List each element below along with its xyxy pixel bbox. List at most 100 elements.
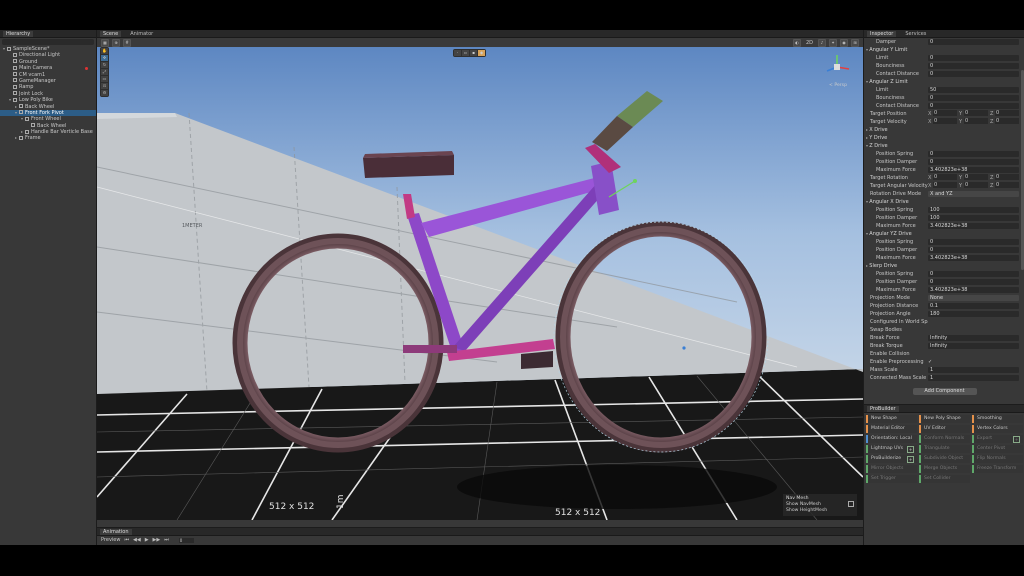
property-value-field[interactable]: 3.402823e+38 bbox=[928, 287, 1019, 293]
tab-hierarchy[interactable]: Hierarchy bbox=[3, 30, 34, 37]
tab-animator[interactable]: Animator bbox=[127, 31, 156, 37]
probuilder-button[interactable]: New Poly Shape bbox=[919, 415, 970, 423]
options-plus-icon[interactable]: + bbox=[907, 456, 914, 463]
play-icon[interactable]: ▶ bbox=[145, 537, 149, 543]
hierarchy-search-input[interactable] bbox=[2, 39, 94, 45]
hidden-objects-icon[interactable]: ◉ bbox=[840, 39, 848, 47]
toolbar-toggle-shading[interactable]: ◐ bbox=[792, 39, 801, 47]
property-value-field[interactable]: 0 bbox=[928, 271, 1019, 277]
options-plus-icon[interactable]: + bbox=[907, 446, 914, 453]
inspector-property-row[interactable]: Angular X Drive bbox=[864, 198, 1024, 206]
vector-component-input[interactable]: 0 bbox=[995, 118, 1019, 124]
property-value-field[interactable]: 0 bbox=[928, 95, 1019, 101]
hierarchy-item[interactable]: ▸ Frame bbox=[0, 135, 96, 141]
vector-component-input[interactable]: 0 bbox=[964, 110, 988, 116]
toggle-2d-button[interactable]: 2D bbox=[804, 40, 815, 46]
vector-component-input[interactable]: 0 bbox=[964, 182, 988, 188]
inspector-property-row[interactable]: Angular Z Limit bbox=[864, 78, 1024, 86]
prev-frame-icon[interactable]: ◀◀ bbox=[133, 537, 141, 543]
probuilder-button[interactable]: Lightmap UVs + bbox=[866, 445, 917, 453]
probuilder-button[interactable]: Smoothing bbox=[972, 415, 1023, 423]
vector-component-input[interactable]: 0 bbox=[964, 174, 988, 180]
edge-select-icon[interactable]: ▫ bbox=[462, 50, 469, 56]
vector-component-input[interactable]: 0 bbox=[964, 118, 988, 124]
property-checkbox[interactable] bbox=[928, 327, 933, 333]
vector-component-input[interactable]: 0 bbox=[933, 110, 957, 116]
vector-component-input[interactable]: 0 bbox=[933, 118, 957, 124]
rotate-tool-icon[interactable]: ↻ bbox=[101, 62, 108, 68]
object-select-icon[interactable]: ◆ bbox=[478, 50, 485, 56]
inspector-property-row[interactable]: Angular Y Limit bbox=[864, 46, 1024, 54]
property-value-field[interactable]: 0 bbox=[928, 63, 1019, 69]
probuilder-button[interactable]: New Shape bbox=[866, 415, 917, 423]
tab-inspector[interactable]: Inspector bbox=[867, 30, 897, 37]
probuilder-button[interactable]: ProBuilderize + bbox=[866, 455, 917, 463]
vector-component-input[interactable]: 0 bbox=[995, 110, 1019, 116]
show-heightmesh-toggle[interactable]: Show HeightMesh bbox=[786, 508, 854, 514]
vertex-select-icon[interactable]: · bbox=[454, 50, 461, 56]
inspector-property-row[interactable]: Z Drive bbox=[864, 142, 1024, 150]
next-frame-icon[interactable]: ▶▶ bbox=[153, 537, 161, 543]
property-value-field[interactable]: Infinity bbox=[928, 335, 1019, 341]
frame-field[interactable]: 0 bbox=[178, 537, 194, 543]
property-value-field[interactable]: 0 bbox=[928, 55, 1019, 61]
custom-tool-icon[interactable]: ⚙ bbox=[101, 90, 108, 96]
probuilder-button[interactable]: Orientation: Local bbox=[866, 435, 917, 443]
show-navmesh-checkbox[interactable] bbox=[848, 501, 854, 507]
gizmos-toggle-icon[interactable]: ⊞ bbox=[851, 39, 859, 47]
property-value-field[interactable]: 100 bbox=[928, 207, 1019, 213]
add-component-button[interactable]: Add Component bbox=[912, 388, 977, 395]
probuilder-button[interactable]: Freeze Transform bbox=[972, 465, 1023, 473]
inspector-property-row[interactable]: X Drive bbox=[864, 126, 1024, 134]
property-value-field[interactable]: 0.1 bbox=[928, 303, 1019, 309]
inspector-property-row[interactable]: Y Drive bbox=[864, 134, 1024, 142]
probuilder-button[interactable]: Merge Objects bbox=[919, 465, 970, 473]
property-checkbox[interactable]: ✓ bbox=[928, 359, 933, 365]
property-value-field[interactable]: 0 bbox=[928, 151, 1019, 157]
property-value-field[interactable]: 1 bbox=[928, 375, 1019, 381]
first-frame-icon[interactable]: ⏮ bbox=[124, 537, 129, 543]
preview-button[interactable]: Preview bbox=[101, 537, 120, 543]
property-value-field[interactable]: 50 bbox=[928, 87, 1019, 93]
vector-component-input[interactable]: 0 bbox=[933, 174, 957, 180]
draw-mode-button[interactable]: ▦ bbox=[101, 39, 109, 47]
probuilder-button[interactable]: Mirror Objects bbox=[866, 465, 917, 473]
tab-scene[interactable]: Scene bbox=[100, 30, 122, 37]
probuilder-button[interactable]: Conform Normals bbox=[919, 435, 970, 443]
rect-tool-icon[interactable]: ▭ bbox=[101, 76, 108, 82]
property-value-field[interactable]: 0 bbox=[928, 159, 1019, 165]
property-value-field[interactable]: 0 bbox=[928, 103, 1019, 109]
probuilder-button[interactable]: Material Editor bbox=[866, 425, 917, 433]
probuilder-button[interactable]: Subdivide Object bbox=[919, 455, 970, 463]
property-value-field[interactable]: 3.402823e+38 bbox=[928, 223, 1019, 229]
property-dropdown[interactable]: None bbox=[928, 295, 1019, 301]
inspector-property-row[interactable]: Angular YZ Drive bbox=[864, 230, 1024, 238]
audio-toggle-icon[interactable]: ♪ bbox=[818, 39, 826, 47]
persp-label[interactable]: < Persp bbox=[829, 83, 847, 88]
property-value-field[interactable]: 1 bbox=[928, 367, 1019, 373]
inspector-property-row[interactable]: Slerp Drive bbox=[864, 262, 1024, 270]
probuilder-button[interactable]: UV Editor bbox=[919, 425, 970, 433]
property-value-field[interactable]: 0 bbox=[928, 71, 1019, 77]
scene-viewport[interactable]: 512 x 512 512 x 512 1METER 1m < Persp ✋ … bbox=[97, 47, 863, 520]
property-value-field[interactable]: 0 bbox=[928, 239, 1019, 245]
move-tool-icon[interactable]: ✥ bbox=[101, 55, 108, 61]
property-value-field[interactable]: 180 bbox=[928, 311, 1019, 317]
grid-snap-button[interactable]: # bbox=[123, 39, 131, 47]
property-value-field[interactable]: 0 bbox=[928, 279, 1019, 285]
probuilder-button[interactable]: Vertex Colors bbox=[972, 425, 1023, 433]
view-tool-icon[interactable]: ✋ bbox=[101, 48, 108, 54]
vector-component-input[interactable]: 0 bbox=[995, 182, 1019, 188]
property-value-field[interactable]: 0 bbox=[928, 247, 1019, 253]
scale-tool-icon[interactable]: ⤢ bbox=[101, 69, 108, 75]
probuilder-button[interactable]: Set Collider bbox=[919, 475, 970, 483]
property-value-field[interactable]: 3.402823e+38 bbox=[928, 167, 1019, 173]
property-dropdown[interactable]: X and YZ bbox=[928, 191, 1019, 197]
pivot-toggle-button[interactable]: ⊕ bbox=[112, 39, 120, 47]
property-value-field[interactable]: 3.402823e+38 bbox=[928, 255, 1019, 261]
property-value-field[interactable]: 100 bbox=[928, 215, 1019, 221]
probuilder-button[interactable]: Export + bbox=[972, 435, 1023, 443]
probuilder-button[interactable]: Set Trigger bbox=[866, 475, 917, 483]
transform-tool-icon[interactable]: ⊡ bbox=[101, 83, 108, 89]
probuilder-button[interactable]: Flip Normals bbox=[972, 455, 1023, 463]
